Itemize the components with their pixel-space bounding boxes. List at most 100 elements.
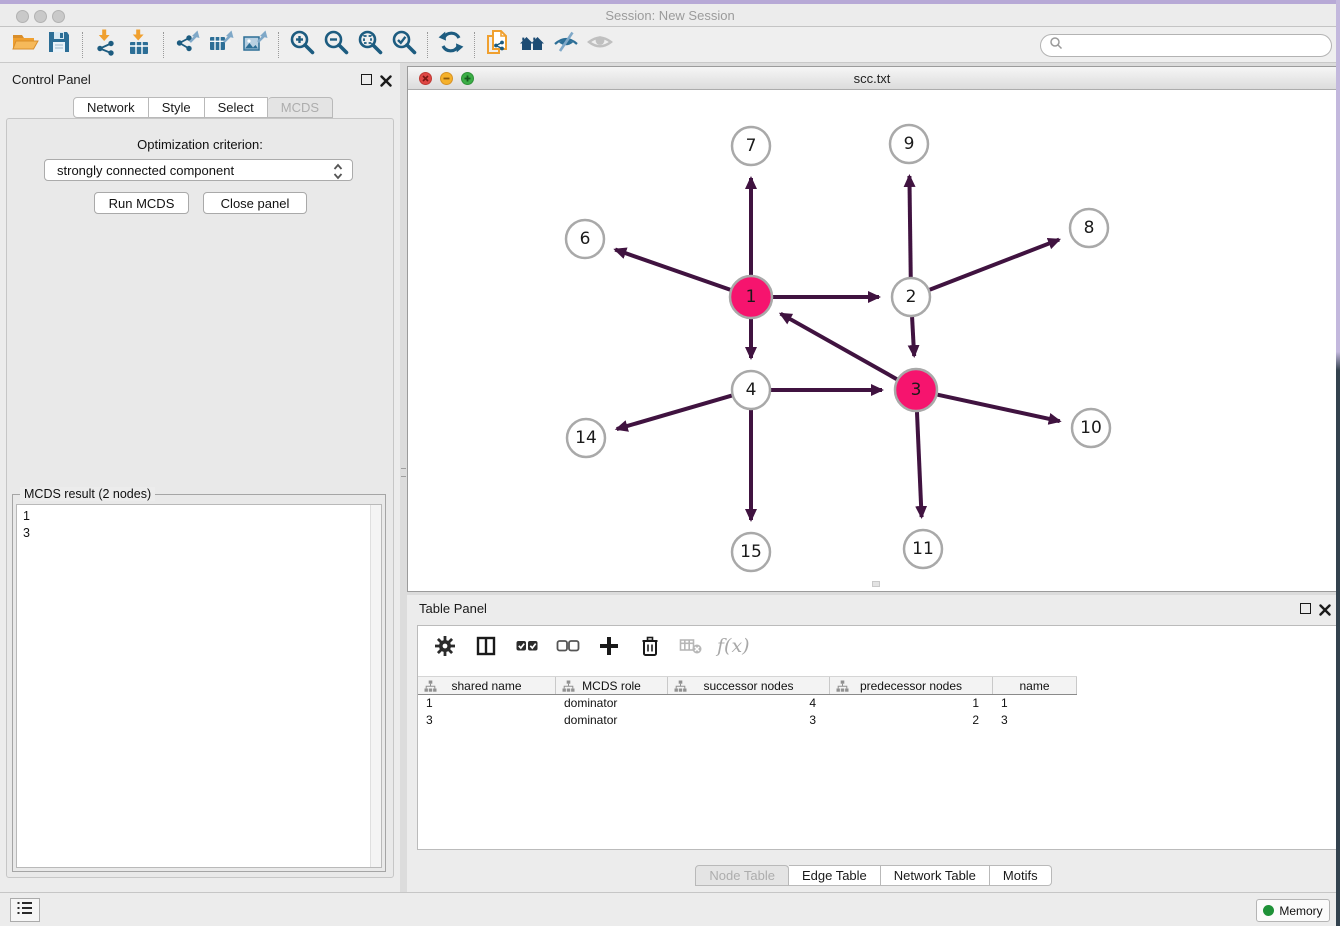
split-columns-button[interactable]	[473, 635, 499, 661]
table-cell[interactable]: 1	[830, 695, 993, 712]
canvas-resize-handle[interactable]	[872, 581, 880, 587]
delete-column-button[interactable]	[637, 635, 663, 661]
graph-edge-4-14[interactable]	[617, 396, 732, 429]
show-panels-icon	[586, 28, 614, 61]
column-header-shared-name[interactable]: shared name	[418, 677, 556, 694]
network-graph[interactable]: 1 2 3 4 6 7 8 9 10 11 14 15	[408, 90, 1336, 591]
export-table-button[interactable]	[204, 30, 238, 60]
table-settings-icon	[434, 635, 456, 662]
graph-node-label: 3	[911, 380, 922, 400]
graph-edge-3-10[interactable]	[937, 395, 1059, 422]
graph-node-6[interactable]: 6	[566, 220, 604, 258]
graph-node-4[interactable]: 4	[732, 371, 770, 409]
tab-network[interactable]: Network	[73, 97, 149, 118]
graph-node-10[interactable]: 10	[1072, 409, 1110, 447]
import-table-button[interactable]	[123, 30, 157, 60]
memory-button[interactable]: Memory	[1256, 899, 1330, 922]
show-panels-button[interactable]	[583, 30, 617, 60]
table-panel-title: Table Panel	[419, 601, 487, 616]
function-builder-button[interactable]: f(x)	[719, 635, 745, 661]
graph-node-3[interactable]: 3	[895, 369, 937, 411]
select-all-columns-button[interactable]	[514, 635, 540, 661]
float-table-panel-icon[interactable]	[1300, 603, 1311, 614]
panel-splitter[interactable]	[400, 63, 407, 892]
table-cell[interactable]: 2	[830, 712, 993, 729]
graph-node-11[interactable]: 11	[904, 530, 942, 568]
unselect-all-columns-button[interactable]	[555, 635, 581, 661]
optimization-criterion-select[interactable]: strongly connected component	[44, 159, 353, 181]
tab-network-table[interactable]: Network Table	[881, 865, 990, 886]
import-network-button[interactable]	[89, 30, 123, 60]
graph-node-15[interactable]: 15	[732, 533, 770, 571]
search-input[interactable]	[1068, 39, 1331, 53]
network-view-window: scc.txt 1 2 3 4 6 7 8 9 10 11 14 15	[407, 66, 1337, 592]
task-history-button[interactable]	[10, 898, 40, 922]
table-cell[interactable]: 1	[418, 695, 556, 712]
table-cell[interactable]: 3	[668, 712, 830, 729]
table-row[interactable]: 3dominator323	[418, 712, 1077, 729]
column-type-icon	[562, 680, 575, 696]
graph-node-2[interactable]: 2	[892, 278, 930, 316]
show-network-overview-button[interactable]	[515, 30, 549, 60]
graph-node-1[interactable]: 1	[730, 276, 772, 318]
hide-panels-button[interactable]	[549, 30, 583, 60]
delete-table-button[interactable]	[678, 635, 704, 661]
search-field[interactable]	[1040, 34, 1332, 57]
duplicate-network-button[interactable]	[481, 30, 515, 60]
table-cell[interactable]: dominator	[556, 695, 668, 712]
result-scrollbar[interactable]	[370, 505, 381, 867]
table-settings-button[interactable]	[432, 635, 458, 661]
column-header-successor-nodes[interactable]: successor nodes	[668, 677, 830, 694]
tab-node-table[interactable]: Node Table	[695, 865, 789, 886]
table-cell[interactable]: 3	[993, 712, 1077, 729]
network-canvas[interactable]: 1 2 3 4 6 7 8 9 10 11 14 15	[408, 90, 1336, 591]
graph-node-label: 9	[904, 134, 915, 154]
main-toolbar	[0, 27, 1340, 63]
graph-edge-2-3[interactable]	[912, 317, 914, 356]
table-cell[interactable]: 4	[668, 695, 830, 712]
tab-select[interactable]: Select	[205, 97, 268, 118]
close-panel-icon[interactable]	[380, 74, 392, 86]
column-header-predecessor-nodes[interactable]: predecessor nodes	[830, 677, 993, 694]
tab-motifs[interactable]: Motifs	[990, 865, 1052, 886]
save-session-button[interactable]	[42, 30, 76, 60]
graph-node-9[interactable]: 9	[890, 125, 928, 163]
column-header-name[interactable]: name	[993, 677, 1077, 694]
tab-mcds[interactable]: MCDS	[268, 97, 333, 118]
zoom-in-button[interactable]	[285, 30, 319, 60]
toolbar-separator	[278, 32, 279, 58]
graph-edge-3-1[interactable]	[781, 314, 897, 380]
graph-edge-2-8[interactable]	[930, 240, 1060, 290]
table-cell[interactable]: dominator	[556, 712, 668, 729]
zoom-fit-button[interactable]	[353, 30, 387, 60]
graph-edge-2-9[interactable]	[909, 176, 910, 277]
export-network-button[interactable]	[170, 30, 204, 60]
refresh-layout-button[interactable]	[434, 30, 468, 60]
graph-node-14[interactable]: 14	[567, 419, 605, 457]
splitter-handle[interactable]	[401, 468, 406, 477]
table-row[interactable]: 1dominator411	[418, 695, 1077, 712]
graph-node-8[interactable]: 8	[1070, 209, 1108, 247]
network-window-titlebar[interactable]: scc.txt	[408, 67, 1336, 90]
tab-edge-table[interactable]: Edge Table	[789, 865, 881, 886]
zoom-out-button[interactable]	[319, 30, 353, 60]
tab-style[interactable]: Style	[149, 97, 205, 118]
export-image-button[interactable]	[238, 30, 272, 60]
export-network-icon	[173, 28, 201, 61]
close-table-panel-icon[interactable]	[1319, 603, 1331, 615]
add-column-button[interactable]	[596, 635, 622, 661]
open-session-button[interactable]	[8, 30, 42, 60]
close-panel-button[interactable]: Close panel	[203, 192, 307, 214]
table-cell[interactable]: 1	[993, 695, 1077, 712]
table-cell[interactable]: 3	[418, 712, 556, 729]
float-panel-icon[interactable]	[361, 74, 372, 85]
graph-edge-3-11[interactable]	[917, 412, 922, 517]
statusbar: Memory	[0, 892, 1340, 926]
graph-node-7[interactable]: 7	[732, 127, 770, 165]
delete-column-icon	[639, 635, 661, 662]
run-mcds-button[interactable]: Run MCDS	[94, 192, 189, 214]
column-header-MCDS-role[interactable]: MCDS role	[556, 677, 668, 694]
graph-edge-1-6[interactable]	[615, 250, 730, 290]
mcds-result-textarea[interactable]: 13	[16, 504, 382, 868]
zoom-selected-button[interactable]	[387, 30, 421, 60]
